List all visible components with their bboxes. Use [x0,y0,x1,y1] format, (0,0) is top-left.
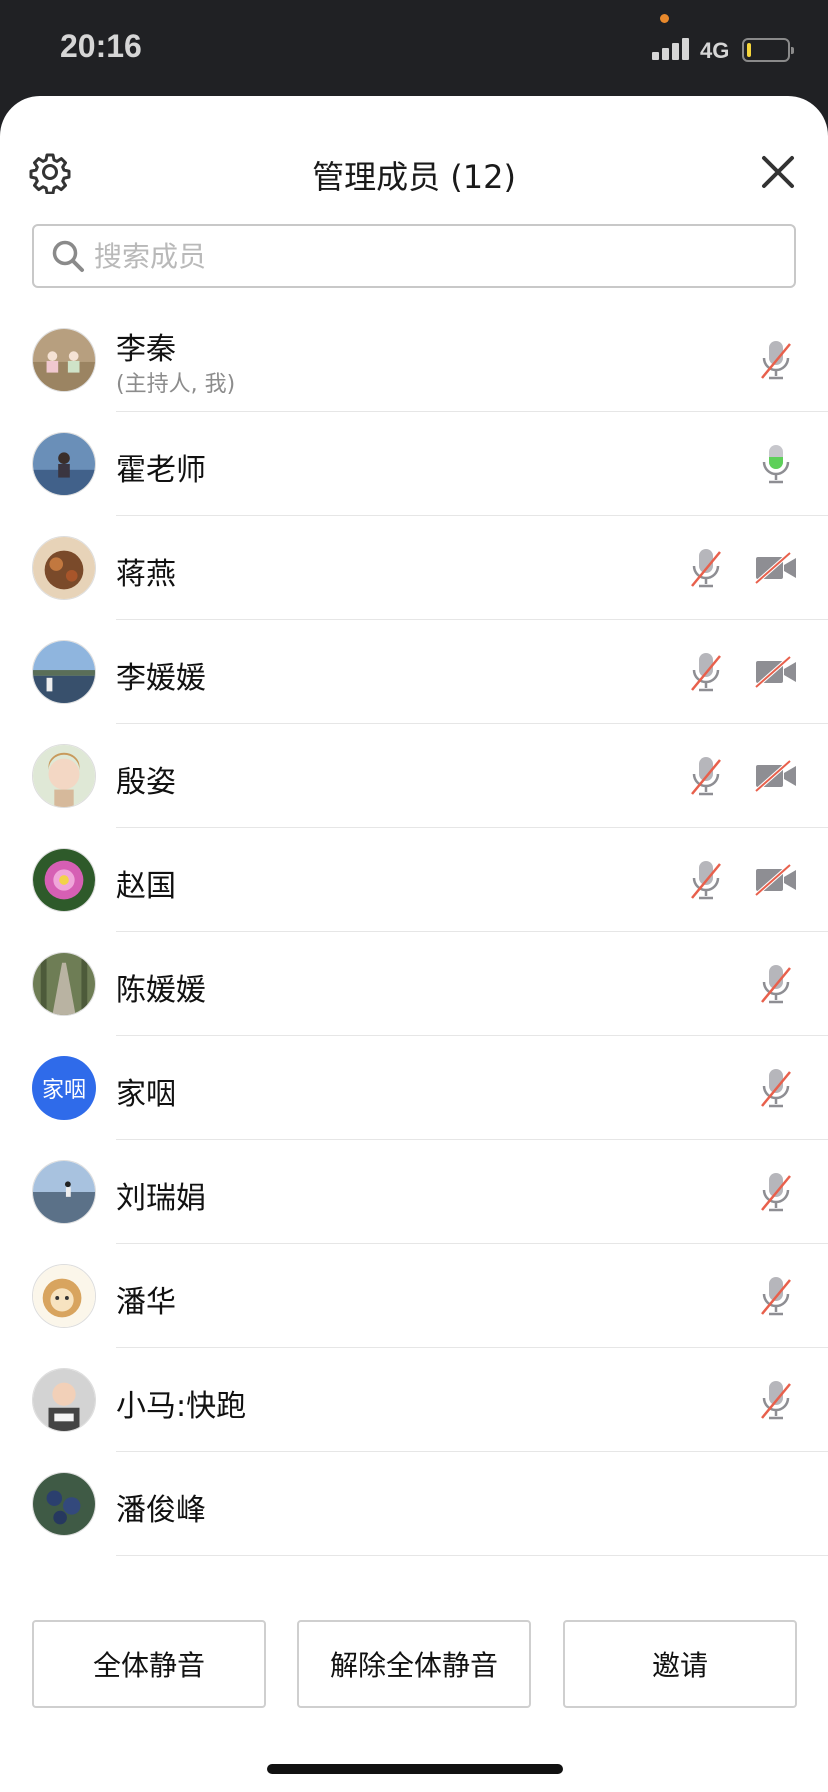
member-row[interactable]: 李媛媛 [0,620,828,724]
avatar [32,952,96,1016]
mic-muted-icon[interactable] [756,1170,796,1214]
camera-off-icon[interactable] [754,758,798,794]
status-time: 20:16 [60,28,142,64]
manage-members-sheet: 管理成员 (12) 李秦 (主持人, 我) [0,96,828,1792]
unmute-all-button[interactable]: 解除全体静音 [297,1620,531,1708]
member-row[interactable]: 蒋燕 [0,516,828,620]
privacy-indicator-dot [660,14,669,23]
mute-all-button[interactable]: 全体静音 [32,1620,266,1708]
avatar [32,640,96,704]
member-name: 家咽 [116,1077,176,1112]
member-row[interactable]: 刘瑞娟 [0,1140,828,1244]
member-row[interactable]: 霍老师 [0,412,828,516]
mic-active-icon[interactable] [756,442,796,486]
avatar [32,848,96,912]
member-name: 刘瑞娟 [116,1181,206,1216]
avatar: 家咽 [32,1056,96,1120]
mic-muted-icon[interactable] [686,546,726,590]
member-row[interactable]: 潘俊峰 [0,1452,828,1556]
search-input[interactable] [94,228,774,284]
signal-strength-icon [652,36,692,60]
avatar [32,1472,96,1536]
member-name: 赵国 [116,869,176,904]
avatar [32,328,96,392]
member-role: (主持人, 我) [116,372,236,397]
member-row[interactable]: 殷姿 [0,724,828,828]
mic-muted-icon[interactable] [756,1274,796,1318]
member-list: 李秦 (主持人, 我) 霍老师 蒋燕 李媛媛 殷姿 赵国 陈媛媛 家咽 家咽 刘… [0,308,828,1556]
avatar [32,1160,96,1224]
avatar [32,1368,96,1432]
close-icon[interactable] [756,150,800,194]
avatar [32,1264,96,1328]
camera-off-icon[interactable] [754,550,798,586]
avatar [32,432,96,496]
mic-muted-icon[interactable] [756,1066,796,1110]
member-row[interactable]: 陈媛媛 [0,932,828,1036]
mic-muted-icon[interactable] [686,650,726,694]
member-name: 李秦 [116,332,176,367]
search-box[interactable] [32,224,796,288]
avatar [32,744,96,808]
member-name: 霍老师 [116,453,206,488]
member-name: 潘华 [116,1285,176,1320]
invite-button[interactable]: 邀请 [563,1620,797,1708]
mic-muted-icon[interactable] [756,338,796,382]
mic-muted-icon[interactable] [756,962,796,1006]
member-name: 陈媛媛 [116,973,206,1008]
home-indicator[interactable] [267,1764,563,1774]
footer-actions: 全体静音 解除全体静音 邀请 [0,1620,828,1710]
member-name: 殷姿 [116,765,176,800]
camera-off-icon[interactable] [754,654,798,690]
member-name: 蒋燕 [116,557,176,592]
member-row[interactable]: 赵国 [0,828,828,932]
search-icon [52,240,84,272]
member-row[interactable]: 潘华 [0,1244,828,1348]
member-name: 李媛媛 [116,661,206,696]
mic-muted-icon[interactable] [686,858,726,902]
camera-off-icon[interactable] [754,862,798,898]
status-bar: 20:16 4G [0,0,828,100]
network-type: 4G [700,38,730,63]
member-name: 小马:快跑 [116,1389,247,1424]
battery-level [747,43,751,57]
member-name: 潘俊峰 [116,1493,206,1528]
page-title: 管理成员 (12) [312,158,516,196]
battery-icon [742,38,794,62]
member-row[interactable]: 小马:快跑 [0,1348,828,1452]
mic-muted-icon[interactable] [756,1378,796,1422]
avatar [32,536,96,600]
mic-muted-icon[interactable] [686,754,726,798]
member-row[interactable]: 李秦 (主持人, 我) [0,308,828,412]
member-row[interactable]: 家咽 家咽 [0,1036,828,1140]
